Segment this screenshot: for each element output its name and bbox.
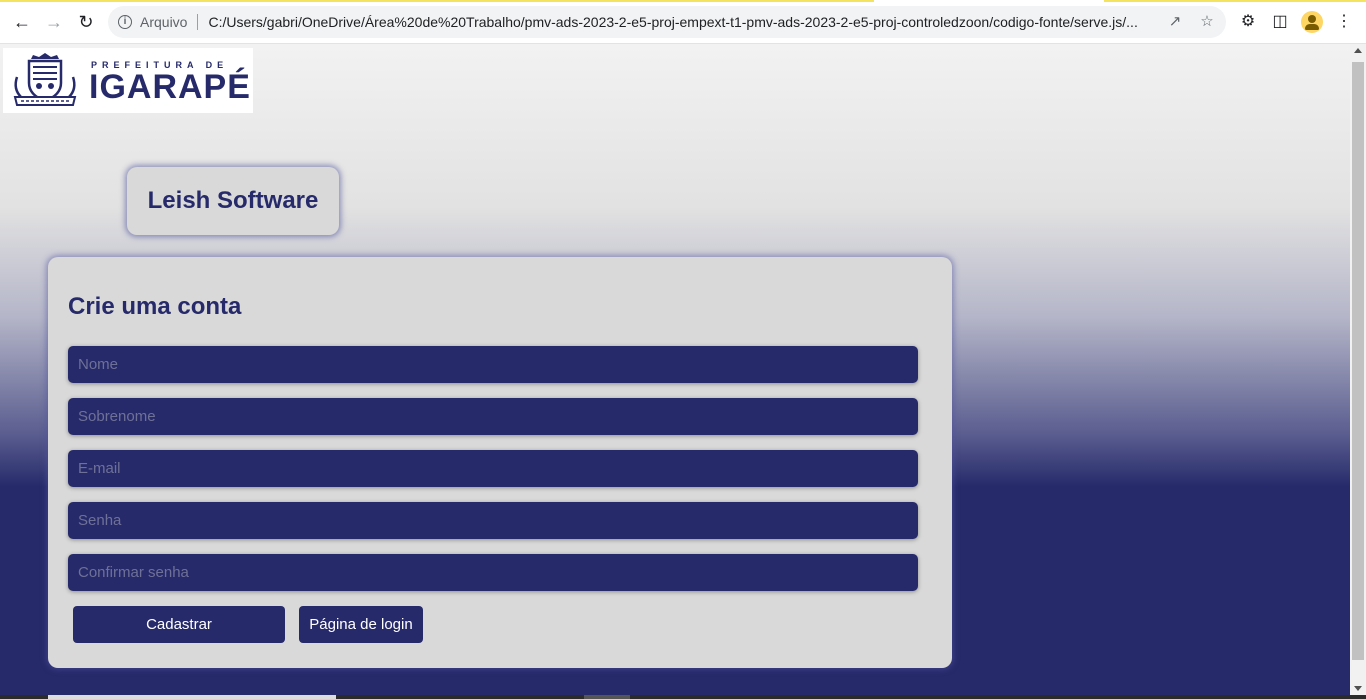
brand-title-box: Leish Software [127,167,339,235]
loading-bar [0,0,874,2]
register-button[interactable]: Cadastrar [73,606,285,643]
bookmark-star-icon[interactable]: ☆ [1198,13,1216,31]
scheme-label: Arquivo [140,14,188,30]
logo-title: IGARAPÉ [89,68,251,106]
taskbar-item[interactable] [48,695,336,699]
back-button[interactable]: ← [8,8,36,36]
forward-button[interactable]: → [40,8,68,36]
confirm-password-input[interactable] [68,554,918,591]
brand-title: Leish Software [147,187,319,214]
prefeitura-logo: PREFEITURA DE IGARAPÉ [3,48,253,113]
share-icon[interactable]: ↗ [1166,13,1184,31]
reload-button[interactable]: ↻ [72,8,100,36]
scroll-up-arrow-icon[interactable] [1354,48,1362,53]
form-title: Crie uma conta [68,293,242,320]
vertical-scrollbar[interactable] [1350,44,1366,695]
divider [197,14,199,30]
taskbar-strip [0,695,1366,699]
profile-avatar-icon[interactable] [1301,11,1323,33]
taskbar-item[interactable] [584,695,630,699]
email-input[interactable] [68,450,918,487]
first-name-input[interactable] [68,346,918,383]
coat-of-arms-icon [13,53,77,106]
scroll-down-arrow-icon[interactable] [1354,686,1362,691]
extensions-icon[interactable]: ⚙ [1238,12,1258,32]
side-panel-icon[interactable]: ◫ [1270,12,1290,32]
loading-bar [1104,0,1366,2]
login-page-button[interactable]: Página de login [299,606,423,643]
password-input[interactable] [68,502,918,539]
last-name-input[interactable] [68,398,918,435]
browser-toolbar: ← → ↻ i Arquivo C:/Users/gabri/OneDrive/… [0,0,1366,44]
url-text[interactable]: C:/Users/gabri/OneDrive/Área%20de%20Trab… [208,14,1168,30]
page-viewport: PREFEITURA DE IGARAPÉ Leish Software Cri… [0,44,1350,695]
scroll-thumb[interactable] [1352,62,1364,660]
register-card: Crie uma conta Cadastrar Página de login [48,257,952,668]
address-bar[interactable]: i Arquivo C:/Users/gabri/OneDrive/Área%2… [108,6,1226,38]
menu-kebab-icon[interactable]: ⋮ [1334,12,1354,32]
info-icon[interactable]: i [118,15,132,29]
